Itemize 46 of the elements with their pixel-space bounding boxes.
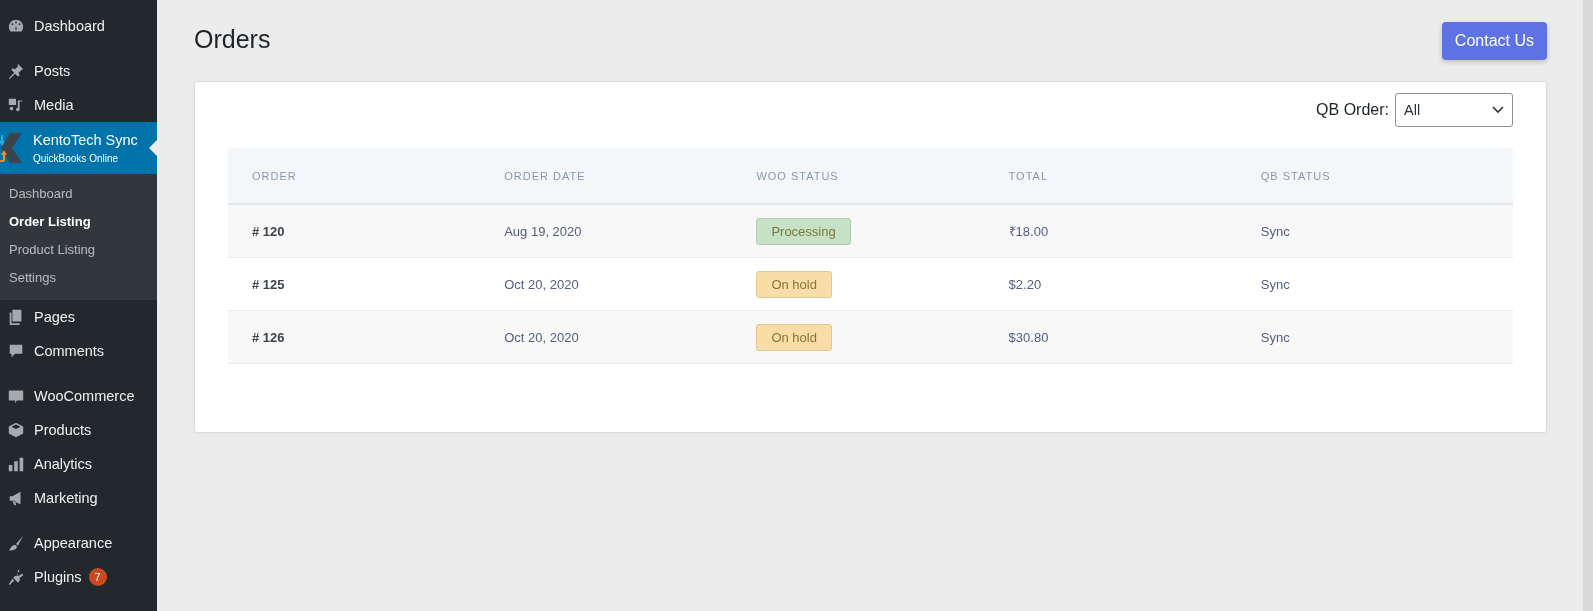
order-number: # 126 <box>252 329 285 345</box>
order-number: # 125 <box>252 276 285 292</box>
menu-item[interactable]: WooCommerce <box>0 379 157 413</box>
submenu-item[interactable]: Order Listing <box>0 208 157 236</box>
status-badge: On hold <box>756 323 832 351</box>
qb-order-select[interactable]: All <box>1395 93 1513 127</box>
bar-chart-icon <box>7 455 25 473</box>
menu-item[interactable]: Products <box>0 413 157 447</box>
menu-item[interactable]: Posts <box>0 54 157 88</box>
order-total: $2.20 <box>1008 276 1042 292</box>
order-number: # 120 <box>252 223 285 239</box>
column-header: ORDER DATE <box>504 169 587 182</box>
menu-item[interactable]: Comments <box>0 334 157 368</box>
menu-item[interactable]: Plugins 7 <box>0 560 157 594</box>
order-date: Aug 19, 2020 <box>504 223 582 239</box>
page-title: Orders <box>194 25 271 54</box>
pin-icon <box>7 62 25 80</box>
menu-item[interactable]: Pages <box>0 300 157 334</box>
menu-item[interactable]: Dashboard <box>0 9 157 43</box>
menu-item[interactable]: Analytics <box>0 447 157 481</box>
menu-item[interactable]: Marketing <box>0 481 157 515</box>
plug-icon <box>7 568 25 586</box>
menu-item[interactable]: Appearance <box>0 526 157 560</box>
submenu-item[interactable]: Product Listing <box>0 236 157 264</box>
order-total: $30.80 <box>1008 329 1049 345</box>
order-date: Oct 20, 2020 <box>504 276 579 292</box>
update-count-badge: 7 <box>88 568 107 586</box>
column-header: WOO STATUS <box>756 169 840 182</box>
order-date: Oct 20, 2020 <box>504 329 579 345</box>
column-header: ORDER <box>252 169 298 182</box>
submenu-item[interactable]: Settings <box>0 264 157 292</box>
filter-label: QB Order: <box>1316 101 1389 119</box>
column-header: QB STATUS <box>1260 169 1332 182</box>
status-badge: Processing <box>756 217 851 245</box>
chevron-down-icon <box>1492 106 1504 114</box>
qb-status: Sync <box>1260 276 1290 292</box>
submenu-item[interactable]: Dashboard <box>0 180 157 208</box>
status-badge: On hold <box>756 270 832 298</box>
order-total: ₹18.00 <box>1008 224 1049 239</box>
qb-status: Sync <box>1260 329 1290 345</box>
menu-item[interactable]: KentoTech Sync QuickBooks Online <box>0 122 157 174</box>
qb-status: Sync <box>1260 223 1290 239</box>
contact-us-button[interactable]: Contact Us <box>1441 22 1547 60</box>
column-header: TOTAL <box>1008 169 1050 182</box>
box-icon <box>7 421 25 439</box>
menu-item[interactable]: Media <box>0 88 157 122</box>
